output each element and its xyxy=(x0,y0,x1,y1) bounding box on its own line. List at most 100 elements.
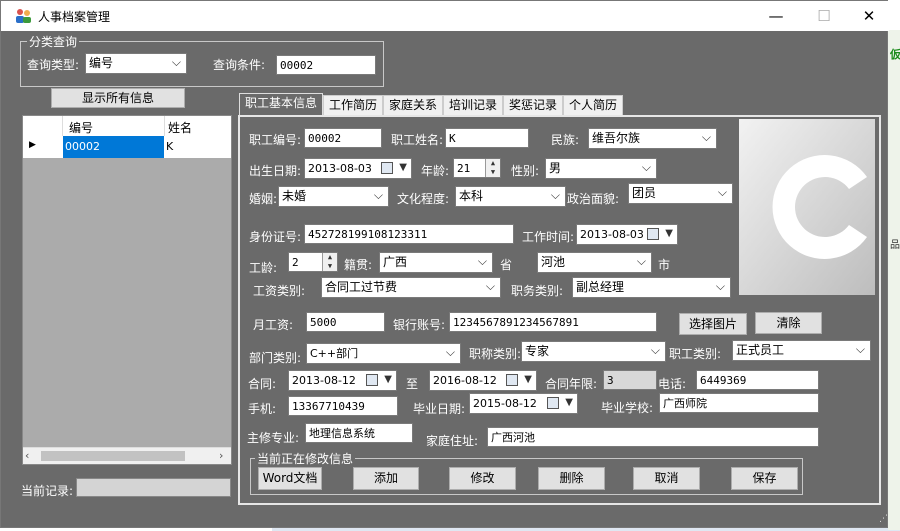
politics-select[interactable]: 团员 ⌵ xyxy=(628,183,733,204)
monthly-salary-input[interactable]: 5000 xyxy=(306,312,385,332)
ethnic-select[interactable]: 维吾尔族 ⌵ xyxy=(588,128,717,149)
chevron-down-icon: ⌵ xyxy=(550,188,560,202)
tab-training[interactable]: 培训记录 xyxy=(443,95,503,115)
calendar-icon xyxy=(506,374,518,386)
grid-column-header[interactable]: 编号 xyxy=(69,119,93,136)
show-all-button[interactable]: 显示所有信息 xyxy=(51,88,185,108)
calendar-icon xyxy=(647,228,659,240)
cell-id[interactable]: 00002 xyxy=(63,136,164,158)
emp-no-label: 职工编号: xyxy=(249,133,302,147)
native-city-value: 河池 xyxy=(541,255,566,269)
dept-value: C++部门 xyxy=(310,347,359,360)
duty-type-label: 职务类别: xyxy=(511,284,564,298)
idcard-label: 身份证号: xyxy=(249,230,302,244)
native-label: 籍贯: xyxy=(344,258,373,272)
contract-label: 合同: xyxy=(248,377,277,391)
title-label: 职称类别: xyxy=(469,347,522,361)
contract-years-field[interactable]: 3 xyxy=(603,370,657,390)
horizontal-scrollbar[interactable]: ‹ › xyxy=(23,447,231,464)
delete-button[interactable]: 删除 xyxy=(538,467,605,490)
query-type-select[interactable]: 编号 ⌵ xyxy=(85,53,187,74)
record-grid[interactable]: 编号 姓名 ▶ 00002 K ‹ › xyxy=(22,115,232,465)
native-province-select[interactable]: 广西 ⌵ xyxy=(379,252,493,273)
grid-column-header[interactable]: 姓名 xyxy=(168,119,192,136)
chevron-down-icon: ⌵ xyxy=(373,188,383,202)
cell-name[interactable]: K xyxy=(166,140,173,153)
minimize-button[interactable]: — xyxy=(753,1,799,31)
choose-photo-button[interactable]: 选择图片 xyxy=(679,313,747,335)
query-condition-input[interactable]: 00002 xyxy=(276,55,376,75)
chevron-down-icon: ▼ xyxy=(524,374,532,385)
scroll-thumb[interactable] xyxy=(41,451,185,461)
emp-no-input[interactable]: 00002 xyxy=(304,128,382,148)
native-city-select[interactable]: 河池 ⌵ xyxy=(537,252,652,273)
contract-start-picker[interactable]: 2013-08-12 ▼ xyxy=(288,370,397,391)
grad-date-value: 2015-08-12 xyxy=(473,397,537,410)
add-button[interactable]: 添加 xyxy=(353,467,419,490)
resize-grip-icon[interactable]: ⋰ xyxy=(879,514,888,524)
gender-label: 性别: xyxy=(511,164,540,178)
clear-photo-button[interactable]: 清除 xyxy=(755,312,822,334)
maximize-button[interactable]: ☐ xyxy=(801,1,847,31)
age-stepper[interactable]: 21 ▲ ▼ xyxy=(453,158,501,178)
education-select[interactable]: 本科 ⌵ xyxy=(455,186,566,207)
close-button[interactable]: ✕ xyxy=(846,1,892,31)
tab-basic-info[interactable]: 职工基本信息 xyxy=(239,93,323,117)
edit-button[interactable]: 修改 xyxy=(449,467,516,490)
marriage-select[interactable]: 未婚 ⌵ xyxy=(278,186,389,207)
main-window: 人事档案管理 — ☐ ✕ 分类查询 查询类型: 编号 ⌵ 查询条件: 00002 … xyxy=(0,0,889,528)
chevron-down-icon: ▼ xyxy=(665,228,673,239)
tab-resume[interactable]: 个人简历 xyxy=(563,95,623,115)
ethnic-label: 民族: xyxy=(551,133,580,147)
grad-date-label: 毕业日期: xyxy=(413,402,466,416)
query-type-label: 查询类型: xyxy=(27,58,80,72)
spin-arrows-icon[interactable]: ▲ ▼ xyxy=(322,253,337,271)
save-button[interactable]: 保存 xyxy=(731,467,798,490)
work-years-stepper[interactable]: 2 ▲ ▼ xyxy=(288,252,338,272)
tab-family[interactable]: 家庭关系 xyxy=(383,95,443,115)
emp-name-input[interactable]: K xyxy=(445,128,529,148)
cancel-button[interactable]: 取消 xyxy=(633,467,700,490)
idcard-input[interactable]: 452728199108123311 xyxy=(304,224,514,244)
tab-work-history[interactable]: 工作简历 xyxy=(323,95,383,115)
phone-label: 电话: xyxy=(658,377,687,391)
window-title: 人事档案管理 xyxy=(38,10,111,24)
contract-end-picker[interactable]: 2016-08-12 ▼ xyxy=(429,370,537,391)
bank-input[interactable]: 1234567891234567891 xyxy=(449,312,657,332)
birth-date-picker[interactable]: 2013-08-03 ▼ xyxy=(304,158,412,179)
query-group-title: 分类查询 xyxy=(27,33,80,50)
address-input[interactable]: 广西河池 xyxy=(487,427,819,447)
school-input[interactable]: 广西师院 xyxy=(659,393,819,413)
phone-input[interactable]: 6449369 xyxy=(696,370,819,390)
salary-type-select[interactable]: 合同工过节费 ⌵ xyxy=(321,277,501,298)
dept-select[interactable]: C++部门 ⌵ xyxy=(306,343,461,364)
marriage-label: 婚姻: xyxy=(249,192,278,206)
chevron-down-icon: ⌵ xyxy=(477,254,487,268)
table-row[interactable]: ▶ 00002 K xyxy=(23,136,231,158)
title-select[interactable]: 专家 ⌵ xyxy=(521,341,666,362)
gender-select[interactable]: 男 ⌵ xyxy=(545,158,657,179)
chevron-down-icon: ⌵ xyxy=(650,343,660,357)
chevron-down-icon: ▼ xyxy=(384,374,392,385)
emp-type-select[interactable]: 正式员工 ⌵ xyxy=(732,340,871,361)
grad-date-picker[interactable]: 2015-08-12 ▼ xyxy=(469,393,578,414)
work-time-value: 2013-08-03 xyxy=(580,228,644,241)
calendar-icon xyxy=(381,162,393,174)
chevron-down-icon: ⌵ xyxy=(171,55,181,69)
chevron-down-icon: ⌵ xyxy=(445,345,455,359)
mobile-input[interactable]: 13367710439 xyxy=(288,396,398,416)
spin-arrows-icon[interactable]: ▲ ▼ xyxy=(485,159,500,177)
scroll-right-icon[interactable]: › xyxy=(219,449,223,462)
monthly-salary-label: 月工资: xyxy=(253,318,294,332)
major-input[interactable]: 地理信息系统 xyxy=(305,423,413,443)
word-document-button[interactable]: Word文档 xyxy=(258,467,322,490)
work-time-picker[interactable]: 2013-08-03 ▼ xyxy=(576,224,678,245)
contract-end-value: 2016-08-12 xyxy=(433,374,497,387)
birth-label: 出生日期: xyxy=(249,164,302,178)
grid-header: 编号 姓名 xyxy=(23,116,231,136)
tab-rewards[interactable]: 奖惩记录 xyxy=(503,95,563,115)
chevron-down-icon: ⌵ xyxy=(636,254,646,268)
duty-type-select[interactable]: 副总经理 ⌵ xyxy=(572,277,731,298)
education-label: 文化程度: xyxy=(397,192,450,206)
scroll-left-icon[interactable]: ‹ xyxy=(25,449,29,462)
